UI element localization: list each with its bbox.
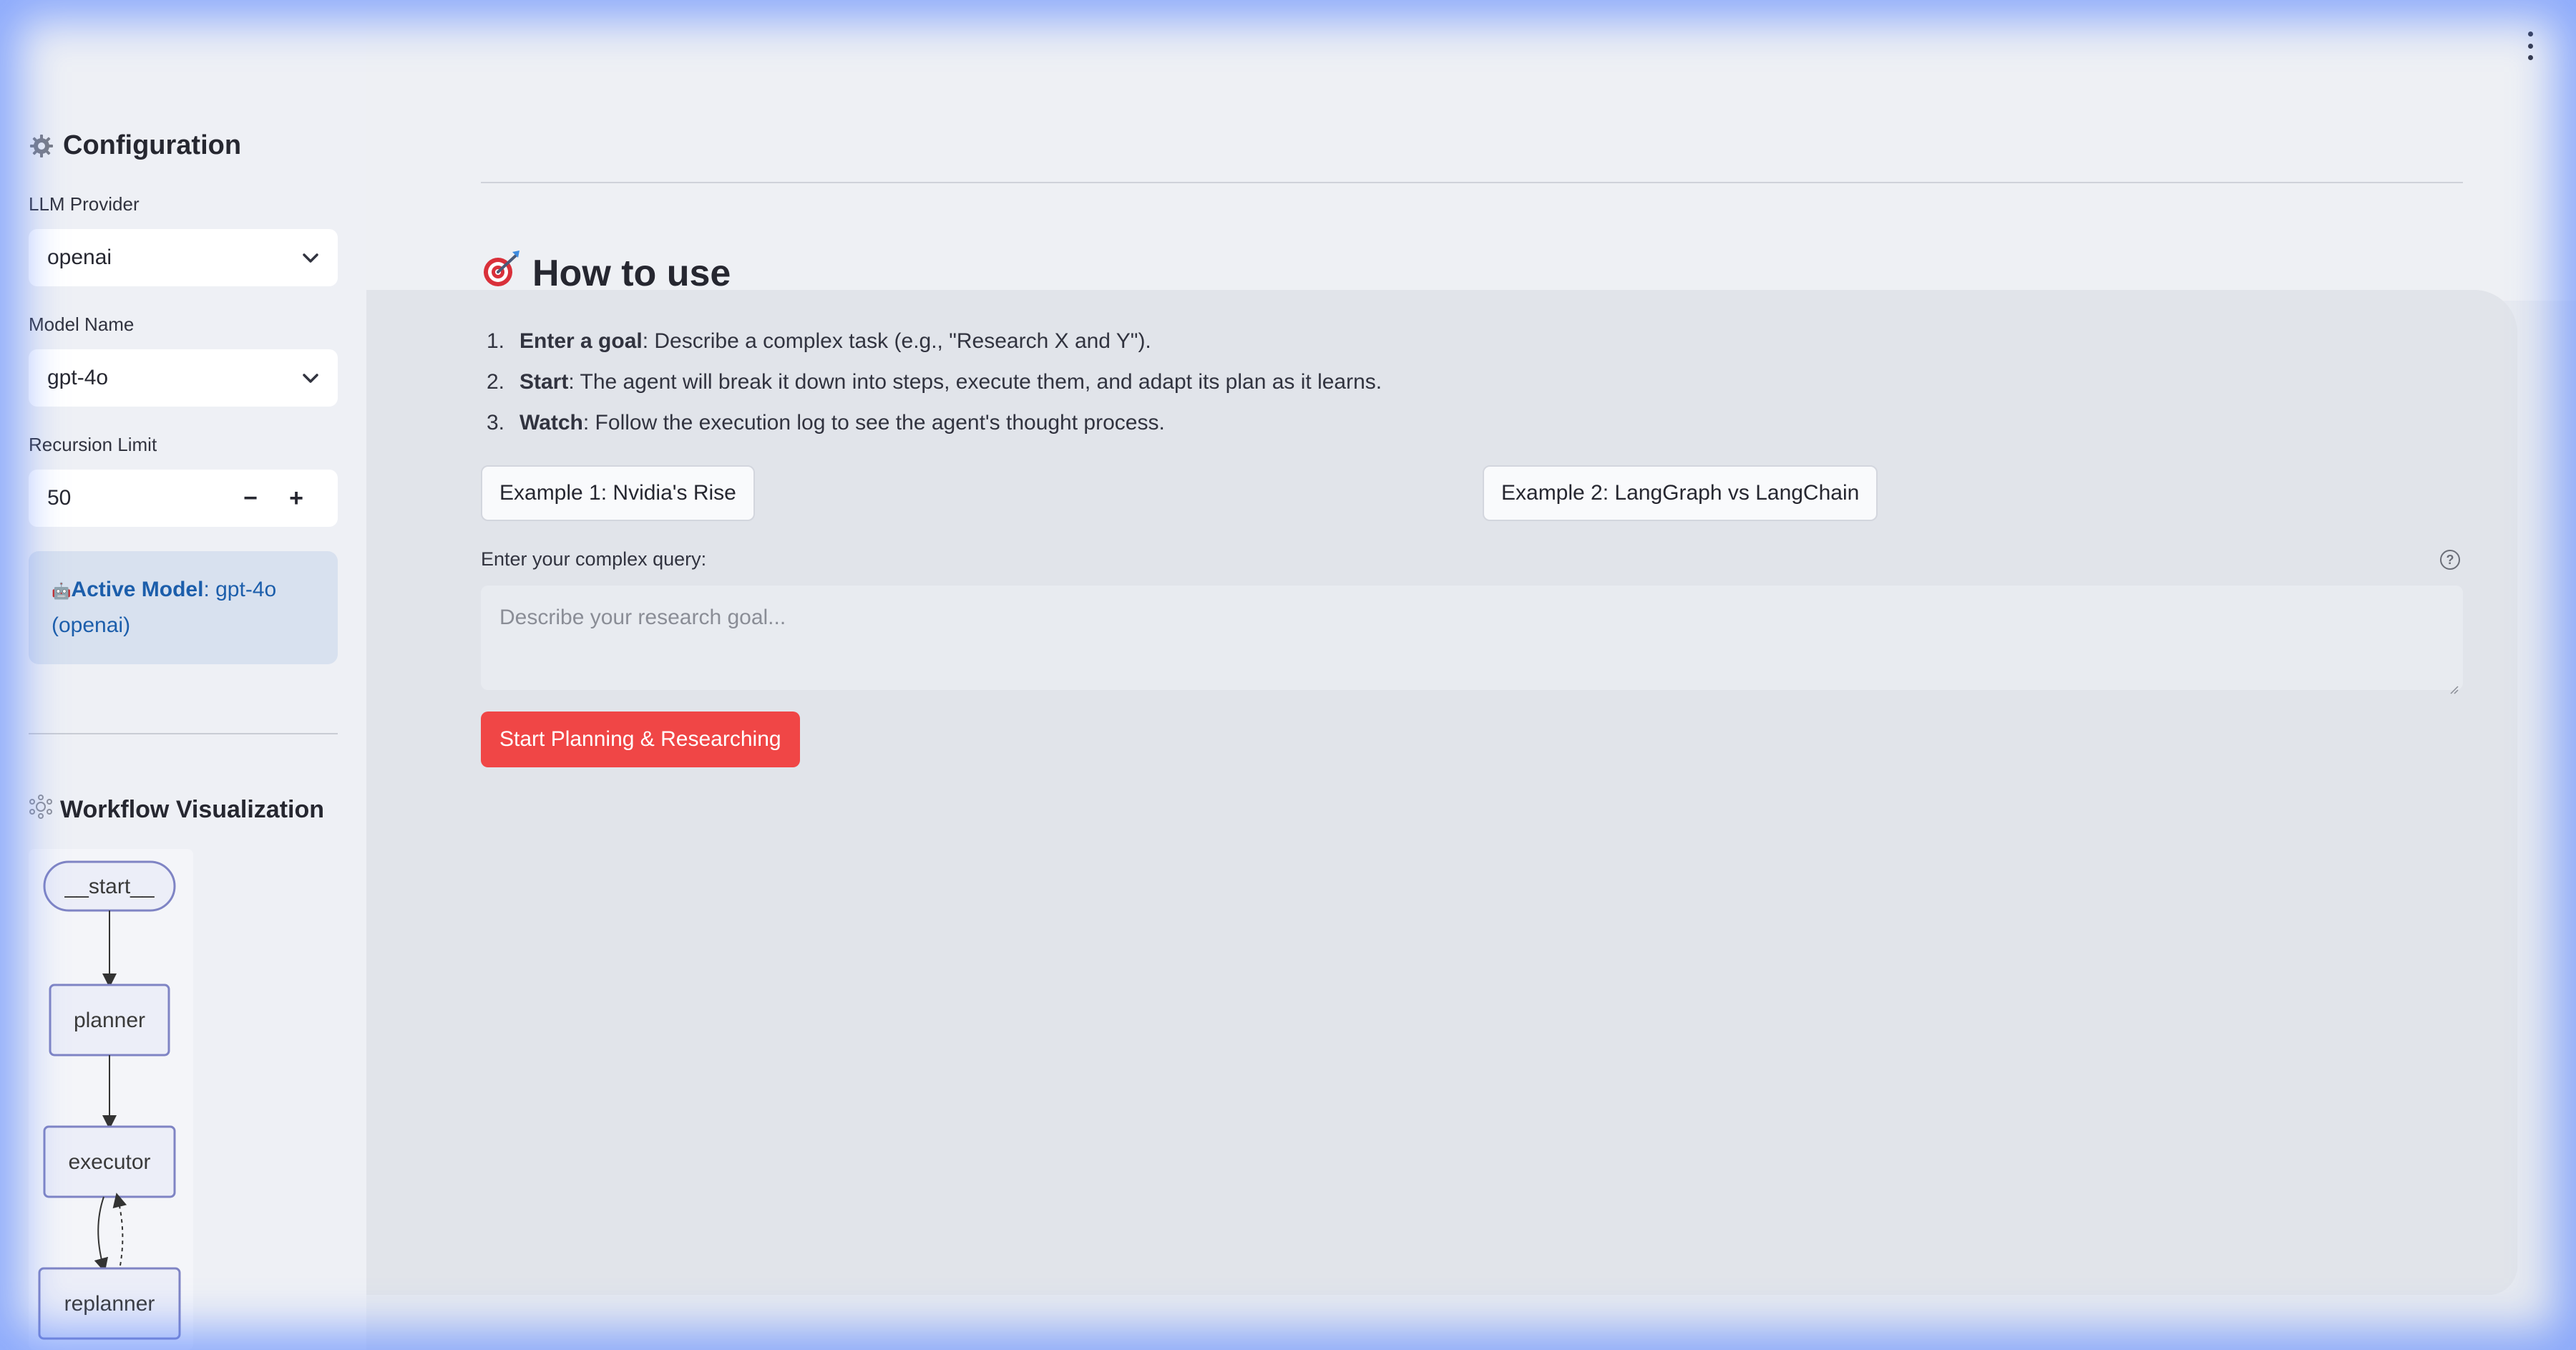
graph-node-replanner: replanner xyxy=(38,1267,181,1340)
network-icon xyxy=(29,795,53,825)
recursion-limit-label: Recursion Limit xyxy=(29,434,157,455)
step-text: : Follow the execution log to see the ag… xyxy=(582,411,1165,434)
how-to-use-heading: How to use xyxy=(481,248,731,298)
main-divider xyxy=(481,182,2463,183)
target-icon xyxy=(481,248,522,298)
sidebar-divider xyxy=(29,733,338,734)
resize-handle-icon[interactable] xyxy=(2449,676,2459,694)
recursion-limit-input[interactable]: 50 − + xyxy=(29,470,338,527)
graph-node-planner-label: planner xyxy=(74,1009,145,1032)
graph-edge xyxy=(94,1196,109,1273)
llm-provider-value: openai xyxy=(47,246,112,269)
example-2-button[interactable]: Example 2: LangGraph vs LangChain xyxy=(1483,465,1878,521)
step-text: : Describe a complex task (e.g., "Resear… xyxy=(642,329,1151,353)
model-name-value: gpt-4o xyxy=(47,366,109,389)
list-item: 1. Enter a goal: Describe a complex task… xyxy=(481,324,1382,364)
graph-node-replanner-label: replanner xyxy=(64,1292,155,1316)
decrement-button[interactable]: − xyxy=(228,485,273,513)
workflow-title: Workflow Visualization xyxy=(29,795,324,825)
step-bold: Start xyxy=(519,370,569,394)
step-text: : The agent will break it down into step… xyxy=(568,370,1382,394)
model-name-select[interactable]: gpt-4o xyxy=(29,349,338,407)
list-item: 2. Start: The agent will break it down i… xyxy=(481,364,1382,405)
graph-node-start: __start__ xyxy=(43,860,176,912)
workflow-graph: __start__ planner executor replanner xyxy=(29,849,193,1350)
help-icon[interactable]: ? xyxy=(2440,550,2460,570)
graph-node-executor: executor xyxy=(43,1125,176,1198)
recursion-limit-value[interactable]: 50 xyxy=(47,486,228,510)
start-planning-button[interactable]: Start Planning & Researching xyxy=(481,712,800,767)
query-placeholder: Describe your research goal... xyxy=(499,606,786,629)
active-model-info: 🤖Active Model: gpt-4o (openai) xyxy=(29,551,338,664)
query-textarea[interactable]: Describe your research goal... xyxy=(481,586,2463,694)
llm-provider-label: LLM Provider xyxy=(29,193,140,215)
kebab-menu-icon[interactable] xyxy=(2517,31,2543,60)
instruction-list: 1. Enter a goal: Describe a complex task… xyxy=(481,324,1382,446)
step-bold: Enter a goal xyxy=(519,329,643,353)
sidebar-title: Configuration xyxy=(29,130,241,161)
workflow-title-text: Workflow Visualization xyxy=(60,796,325,823)
robot-icon: 🤖 xyxy=(52,582,72,600)
step-number: 2. xyxy=(487,370,505,394)
how-to-use-heading-text: How to use xyxy=(532,252,731,294)
graph-edge-dashed xyxy=(112,1193,127,1266)
query-label: Enter your complex query: xyxy=(481,548,707,570)
step-number: 1. xyxy=(487,329,505,353)
step-number: 3. xyxy=(487,411,505,434)
llm-provider-select[interactable]: openai xyxy=(29,229,338,286)
increment-button[interactable]: + xyxy=(273,485,319,513)
graph-node-executor-label: executor xyxy=(68,1150,150,1174)
active-model-bold: Active Model xyxy=(71,578,204,601)
example-1-button[interactable]: Example 1: Nvidia's Rise xyxy=(481,465,755,521)
step-bold: Watch xyxy=(519,411,583,434)
sidebar-title-text: Configuration xyxy=(63,130,242,160)
graph-node-planner: planner xyxy=(49,984,170,1057)
list-item: 3. Watch: Follow the execution log to se… xyxy=(481,405,1382,446)
gear-icon xyxy=(29,133,54,159)
sidebar: Configuration LLM Provider openai Model … xyxy=(0,0,366,1350)
model-name-label: Model Name xyxy=(29,314,135,335)
chevron-down-icon xyxy=(302,366,319,390)
chevron-down-icon xyxy=(302,246,319,270)
graph-node-start-label: __start__ xyxy=(64,875,155,898)
